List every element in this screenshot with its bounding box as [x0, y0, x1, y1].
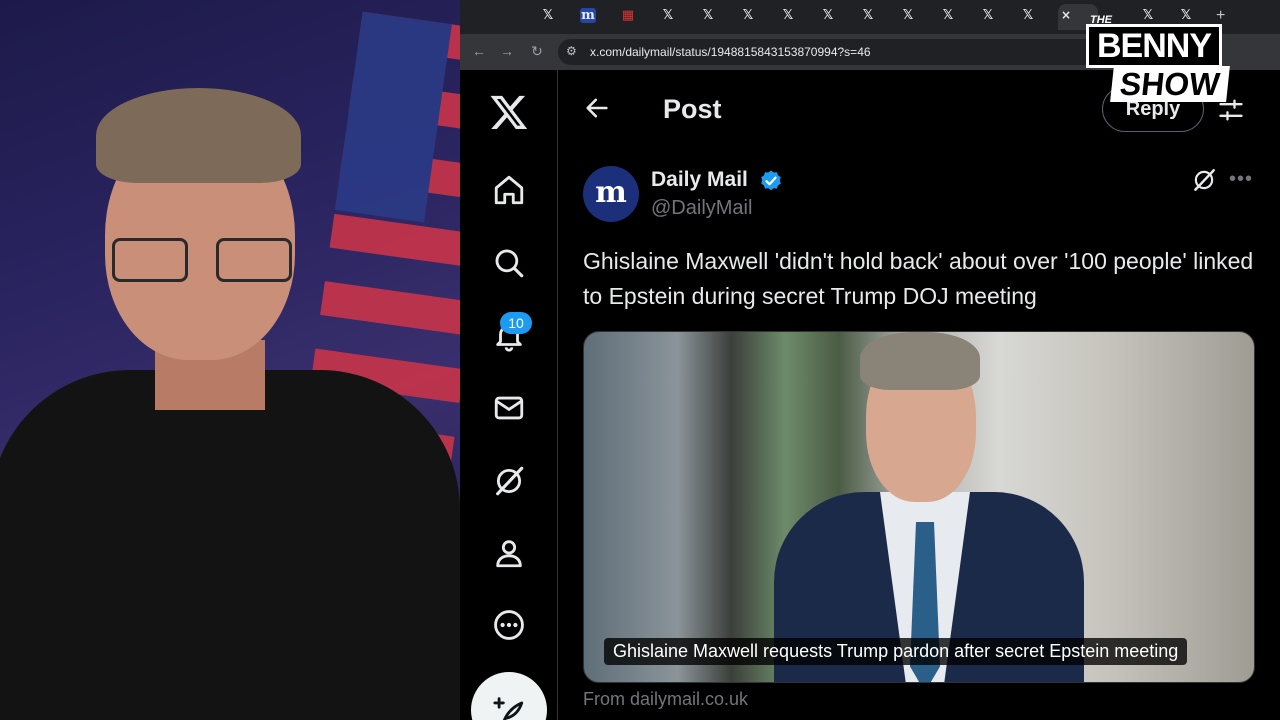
more-options-circle-icon[interactable]	[491, 607, 527, 643]
author-handle[interactable]: @DailyMail	[651, 197, 752, 220]
grok-icon[interactable]	[491, 463, 527, 499]
calendar-icon: ▦	[621, 8, 635, 23]
x-logo-icon[interactable]	[489, 92, 529, 132]
post-column: Post Reply m Daily Mail @DailyMail ••• G…	[559, 70, 1280, 720]
browser-tab[interactable]: m	[580, 8, 612, 26]
link-card-caption: Ghislaine Maxwell requests Trump pardon …	[604, 638, 1188, 665]
more-dots-icon[interactable]: •••	[1229, 168, 1253, 191]
browser-tab[interactable]: 𝕏	[780, 8, 812, 26]
x-logo-icon: 𝕏	[662, 8, 674, 23]
browser-tab[interactable]: 𝕏	[980, 8, 1012, 26]
back-nav-icon[interactable]: ←	[470, 43, 488, 59]
url-text: x.com/dailymail/status/19488158431538709…	[590, 45, 871, 59]
grok-explain-icon[interactable]	[1191, 167, 1217, 193]
x-logo-icon: 𝕏	[942, 8, 954, 23]
compose-post-button[interactable]	[471, 672, 547, 720]
x-logo-icon: 𝕏	[982, 8, 994, 23]
post-text: Ghislaine Maxwell 'didn't hold back' abo…	[583, 248, 1254, 309]
site-info-icon[interactable]: ⚙	[566, 44, 577, 58]
presenter-torso	[0, 370, 460, 720]
presenter-glasses	[112, 238, 292, 284]
x-sidebar: 10	[460, 70, 558, 720]
browser-tab[interactable]: 𝕏	[1020, 8, 1052, 26]
reload-icon[interactable]: ↻	[528, 43, 546, 60]
browser-tab[interactable]: 𝕏	[900, 8, 932, 26]
browser-tab[interactable]: 𝕏	[700, 8, 732, 26]
close-tab-icon[interactable]: ×	[1058, 8, 1074, 22]
browser-tab[interactable]: 𝕏	[820, 8, 852, 26]
link-card-image[interactable]: Ghislaine Maxwell requests Trump pardon …	[583, 331, 1255, 683]
x-logo-icon: 𝕏	[782, 8, 794, 23]
back-arrow-icon[interactable]	[583, 94, 611, 122]
browser-tab[interactable]: ▦	[620, 8, 652, 26]
presenter-video	[0, 0, 460, 720]
daily-mail-icon: m	[580, 8, 596, 23]
browser-window: 𝕏 m ▦ 𝕏 𝕏 𝕏 𝕏 𝕏 𝕏 𝕏 𝕏 𝕏 𝕏 × 𝕏 𝕏 + ← → ↻ …	[460, 0, 1280, 720]
forward-nav-icon[interactable]: →	[498, 43, 516, 59]
link-source[interactable]: From dailymail.co.uk	[583, 689, 748, 710]
browser-tab[interactable]: 𝕏	[660, 8, 692, 26]
x-logo-icon: 𝕏	[542, 8, 554, 23]
x-logo-icon: 𝕏	[742, 8, 754, 23]
search-icon[interactable]	[491, 245, 527, 281]
show-logo: THE BENNY SHOW	[1086, 14, 1250, 106]
compose-feather-icon	[493, 697, 524, 720]
browser-tab[interactable]: 𝕏	[540, 8, 572, 26]
x-logo-icon: 𝕏	[862, 8, 874, 23]
profile-icon[interactable]	[491, 535, 527, 571]
x-logo-icon: 𝕏	[702, 8, 714, 23]
x-logo-icon: 𝕏	[822, 8, 834, 23]
x-logo-icon: 𝕏	[1022, 8, 1034, 23]
home-icon[interactable]	[491, 172, 527, 208]
messages-envelope-icon[interactable]	[491, 390, 527, 426]
avatar[interactable]: m	[583, 166, 639, 222]
x-logo-icon: 𝕏	[902, 8, 914, 23]
verified-badge-icon	[761, 170, 781, 191]
page-title: Post	[663, 94, 722, 124]
notifications-badge: 10	[500, 312, 532, 334]
author-name[interactable]: Daily Mail	[651, 168, 748, 192]
browser-tab[interactable]: 𝕏	[860, 8, 892, 26]
browser-tab[interactable]: 𝕏	[740, 8, 772, 26]
browser-tab[interactable]: 𝕏	[940, 8, 972, 26]
